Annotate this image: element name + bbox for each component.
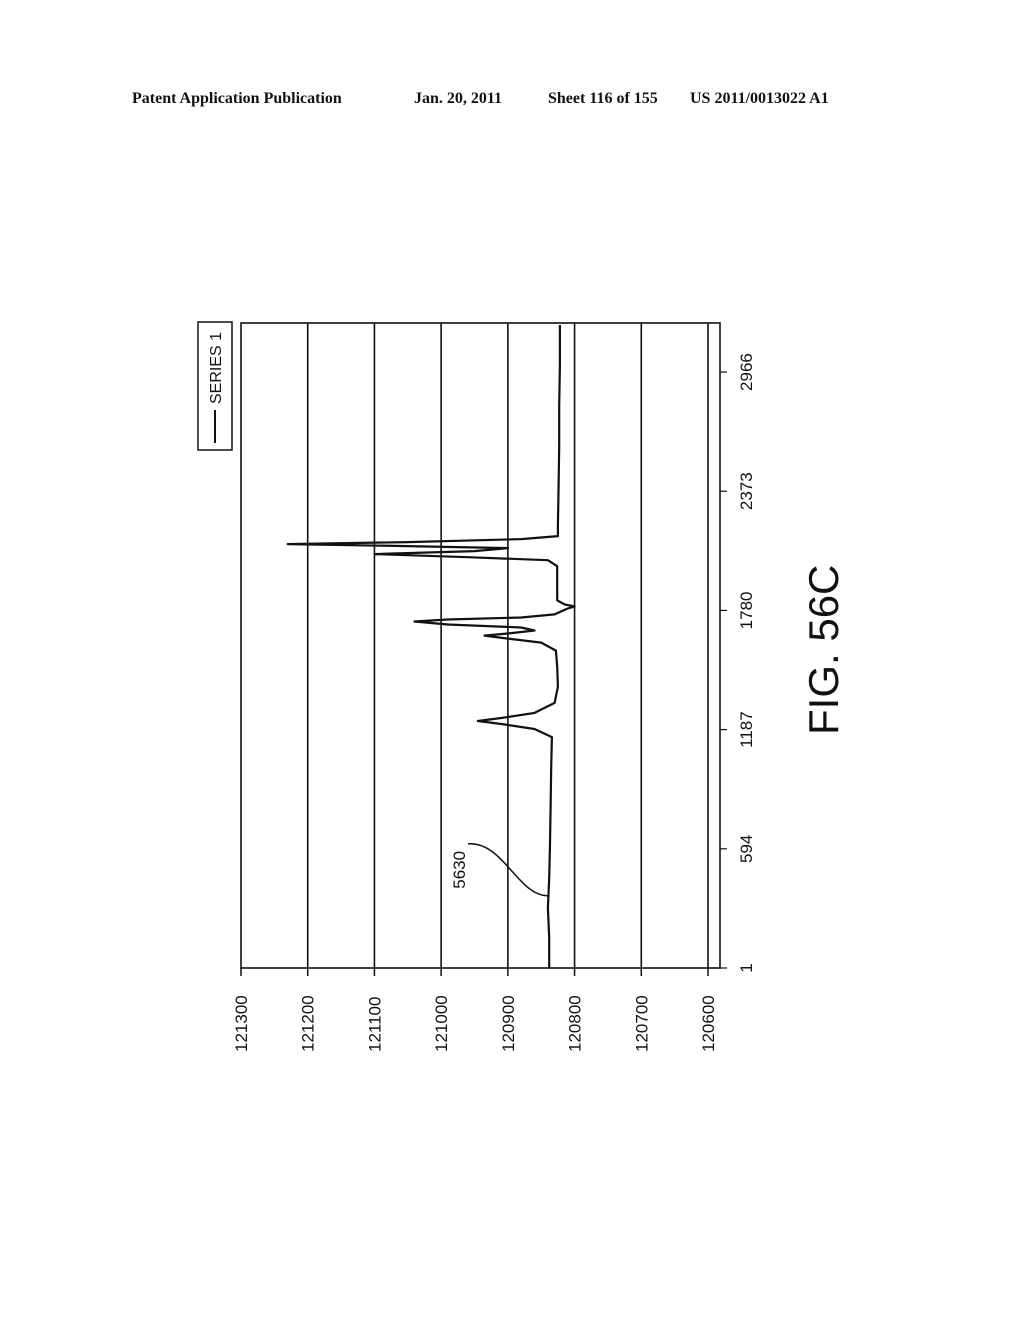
value-tick-label: 121200 [299, 995, 318, 1052]
index-tick-label: 2966 [737, 353, 756, 391]
index-tick-label: 2373 [737, 472, 756, 510]
chart: 121300 121200 121100 121000 120900 120800 1207… [197, 321, 847, 1052]
legend: SERIES 1 [197, 321, 233, 451]
reference-numeral: 5630 [450, 851, 469, 889]
figure-label: FIG. 56C [800, 565, 847, 735]
value-tick-label: 120900 [499, 995, 518, 1052]
index-tick-label: 1187 [737, 711, 756, 748]
series-1-line [286, 325, 576, 968]
value-tick-label: 121000 [432, 995, 451, 1052]
value-tick-label: 120800 [566, 995, 585, 1052]
plot-frame [240, 322, 721, 969]
gridlines [306, 323, 709, 968]
index-tick-label: 1780 [737, 592, 756, 630]
value-tick-label: 121100 [365, 997, 384, 1052]
index-tick-label: 594 [737, 835, 756, 863]
index-tick-label: 1 [737, 963, 756, 972]
reference-annotation: 5630 [450, 843, 548, 897]
legend-entry-series-1: SERIES 1 [208, 332, 225, 404]
value-tick-label: 120700 [632, 995, 651, 1052]
value-tick-label: 121300 [232, 995, 251, 1052]
value-tick-label: 120600 [699, 995, 718, 1052]
